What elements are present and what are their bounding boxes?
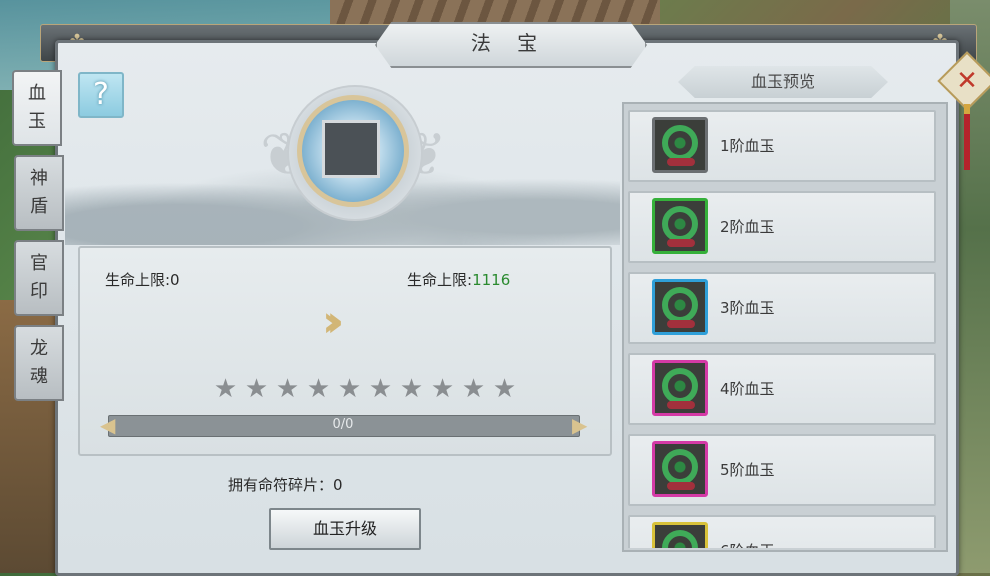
jade-ribbon [667,320,695,328]
jade-icon [652,522,708,548]
preview-item-label: 6阶血玉 [720,540,775,548]
jade-ribbon [667,401,695,409]
jade-ring [662,530,698,548]
jade-ribbon [667,239,695,247]
preview-item-label: 2阶血玉 [720,218,775,236]
jade-icon [652,360,708,416]
jade-icon [652,198,708,254]
jade-icon [652,279,708,335]
preview-item-label: 4阶血玉 [720,380,775,398]
jade-ring [662,368,698,404]
preview-items: 1阶血玉 2阶血玉 3阶血玉 4阶血玉 5阶血玉 6阶血玉 [0,0,990,548]
jade-ribbon [667,158,695,166]
preview-item-label: 3阶血玉 [720,299,775,317]
preview-item-label: 1阶血玉 [720,137,775,155]
jade-ring [662,206,698,242]
jade-ring [662,449,698,485]
close-icon[interactable]: ✕ [946,60,988,102]
jade-ring [662,125,698,161]
jade-ring [662,287,698,323]
preview-item-label: 5阶血玉 [720,461,775,479]
jade-ribbon [667,482,695,490]
tassel-decoration [964,104,970,170]
jade-icon [652,117,708,173]
jade-icon [652,441,708,497]
